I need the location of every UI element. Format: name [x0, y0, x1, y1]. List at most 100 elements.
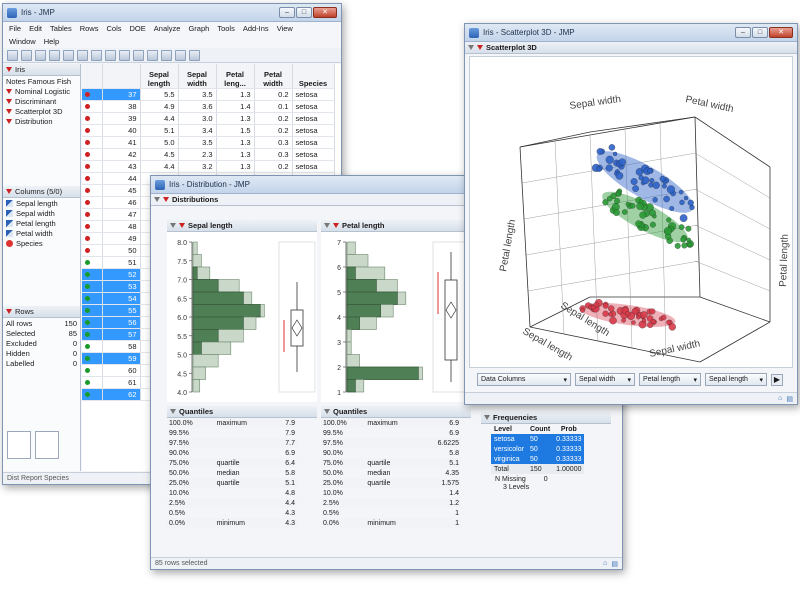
home-icon[interactable]: ⌂ — [778, 395, 782, 402]
row-marker-cell[interactable] — [82, 184, 103, 197]
setosa-point[interactable] — [625, 311, 631, 317]
col-header-petal-width[interactable]: Petal width — [254, 64, 293, 89]
setosa-point[interactable] — [640, 311, 648, 319]
red-triangle-menu-icon[interactable] — [6, 189, 12, 194]
row-number[interactable]: 46 — [102, 196, 141, 209]
menu-item-window[interactable]: Window — [9, 37, 36, 46]
y-axis-dropdown[interactable]: Petal length ▾ — [639, 373, 701, 386]
menu-item-rows[interactable]: Rows — [80, 24, 99, 33]
setosa-point[interactable] — [602, 310, 609, 317]
row-number[interactable]: 49 — [102, 232, 141, 245]
histogram-selected-bar[interactable] — [192, 291, 244, 305]
col-header-species[interactable]: Species — [292, 64, 335, 89]
sepal-length-header[interactable]: Sepal length — [167, 220, 317, 232]
boxplot-box[interactable] — [290, 309, 304, 347]
cell-pw[interactable]: 0.2 — [254, 124, 293, 137]
petal-length-header[interactable]: Petal length — [321, 220, 471, 232]
paste-icon[interactable] — [91, 49, 102, 61]
red-triangle-menu-icon[interactable] — [6, 108, 12, 114]
histogram-bar[interactable] — [346, 241, 356, 255]
row-number[interactable]: 44 — [102, 172, 141, 185]
row-marker-cell[interactable] — [82, 292, 103, 305]
row-number[interactable]: 37 — [102, 88, 141, 101]
setosa-point[interactable] — [649, 308, 656, 315]
cell-species[interactable]: setosa — [292, 88, 335, 101]
virginica-point[interactable] — [678, 189, 684, 195]
table-row[interactable]: 42 4.5 2.3 1.3 0.3 setosa — [82, 148, 335, 161]
row-marker-cell[interactable] — [82, 328, 103, 341]
row-marker-cell[interactable] — [82, 88, 103, 101]
histogram-selected-bar[interactable] — [346, 304, 381, 318]
histogram-bar[interactable] — [192, 379, 201, 393]
cell-pl[interactable]: 1.3 — [216, 88, 255, 101]
menu-item-analyze[interactable]: Analyze — [154, 24, 181, 33]
table-row[interactable]: 38 4.9 3.6 1.4 0.1 setosa — [82, 100, 335, 113]
histogram-bar[interactable] — [192, 366, 206, 380]
scatter-3d-canvas[interactable]: Sepal width Petal width Petal length Petal … — [470, 57, 792, 367]
virginica-point[interactable] — [683, 195, 689, 201]
cell-sl[interactable]: 5.5 — [140, 88, 179, 101]
sepal-length-histogram[interactable]: 8.0 7.5 7.0 6.5 6.0 5.5 5.0 4.5 4.0 — [167, 232, 317, 402]
scatter-plot-area[interactable]: Sepal width Petal width Petal length Petal … — [469, 56, 793, 368]
close-button[interactable]: ✕ — [313, 7, 337, 18]
table-row[interactable]: 43 4.4 3.2 1.3 0.2 setosa — [82, 160, 335, 173]
cell-sw[interactable]: 3.6 — [178, 100, 217, 113]
menu-item-doe[interactable]: DOE — [130, 24, 146, 33]
row-number[interactable]: 52 — [102, 268, 141, 281]
versicolor-point[interactable] — [602, 199, 609, 206]
row-marker-cell[interactable] — [82, 316, 103, 329]
setosa-point[interactable] — [609, 316, 617, 325]
virginica-point[interactable] — [608, 144, 616, 151]
row-number[interactable]: 58 — [102, 340, 141, 353]
row-marker-cell[interactable] — [82, 136, 103, 149]
row-number[interactable]: 50 — [102, 244, 141, 257]
copy-icon[interactable] — [77, 49, 88, 61]
table-script-item[interactable]: Scatterplot 3D — [3, 106, 80, 116]
journal-icon[interactable] — [133, 49, 144, 61]
cell-sw[interactable]: 3.5 — [178, 88, 217, 101]
histogram-selected-bar[interactable] — [346, 366, 419, 380]
versicolor-point[interactable] — [674, 242, 681, 249]
row-marker-cell[interactable] — [82, 232, 103, 245]
menu-item-graph[interactable]: Graph — [188, 24, 209, 33]
row-marker-cell[interactable] — [82, 304, 103, 317]
setosa-point[interactable] — [608, 305, 615, 312]
frequency-row[interactable]: virginica 50 0.33333 — [491, 454, 585, 464]
histogram-bar[interactable] — [346, 354, 360, 368]
chart-icon[interactable] — [161, 49, 172, 61]
histogram-selected-bar[interactable] — [346, 266, 356, 280]
row-marker-cell[interactable] — [82, 100, 103, 113]
col-header-sepal-width[interactable]: Sepal width — [178, 64, 217, 89]
versicolor-point[interactable] — [625, 201, 631, 207]
versicolor-point[interactable] — [685, 225, 692, 232]
versicolor-point[interactable] — [678, 224, 685, 230]
row-marker-cell[interactable] — [82, 340, 103, 353]
versicolor-point[interactable] — [635, 220, 642, 227]
red-triangle-menu-icon[interactable] — [179, 223, 185, 228]
virginica-point[interactable] — [679, 199, 685, 206]
cell-pl[interactable]: 1.3 — [216, 112, 255, 125]
setosa-point[interactable] — [666, 319, 672, 325]
table-script-item[interactable]: Discriminant — [3, 96, 80, 106]
versicolor-point[interactable] — [666, 217, 672, 223]
histogram-selected-bar[interactable] — [192, 304, 261, 318]
versicolor-point[interactable] — [680, 236, 687, 243]
row-marker-cell[interactable] — [82, 220, 103, 233]
row-marker-cell[interactable] — [82, 196, 103, 209]
histogram-bar[interactable] — [192, 241, 198, 255]
cell-pl[interactable]: 1.3 — [216, 160, 255, 173]
virginica-point[interactable] — [666, 185, 675, 194]
layout-icon[interactable]: ▤ — [786, 395, 793, 403]
row-number[interactable]: 61 — [102, 376, 141, 389]
cell-sw[interactable]: 3.5 — [178, 136, 217, 149]
column-item[interactable]: Sepal width — [3, 208, 80, 218]
table-script-item[interactable]: Nominal Logistic — [3, 86, 80, 96]
versicolor-point[interactable] — [686, 237, 692, 243]
row-number[interactable]: 42 — [102, 148, 141, 161]
versicolor-point[interactable] — [687, 242, 693, 247]
petal-quantiles-header[interactable]: Quantiles — [321, 406, 471, 418]
histogram-selected-bar[interactable] — [346, 316, 360, 330]
menu-item-file[interactable]: File — [9, 24, 21, 33]
virginica-point[interactable] — [605, 164, 613, 172]
row-marker-cell[interactable] — [82, 148, 103, 161]
